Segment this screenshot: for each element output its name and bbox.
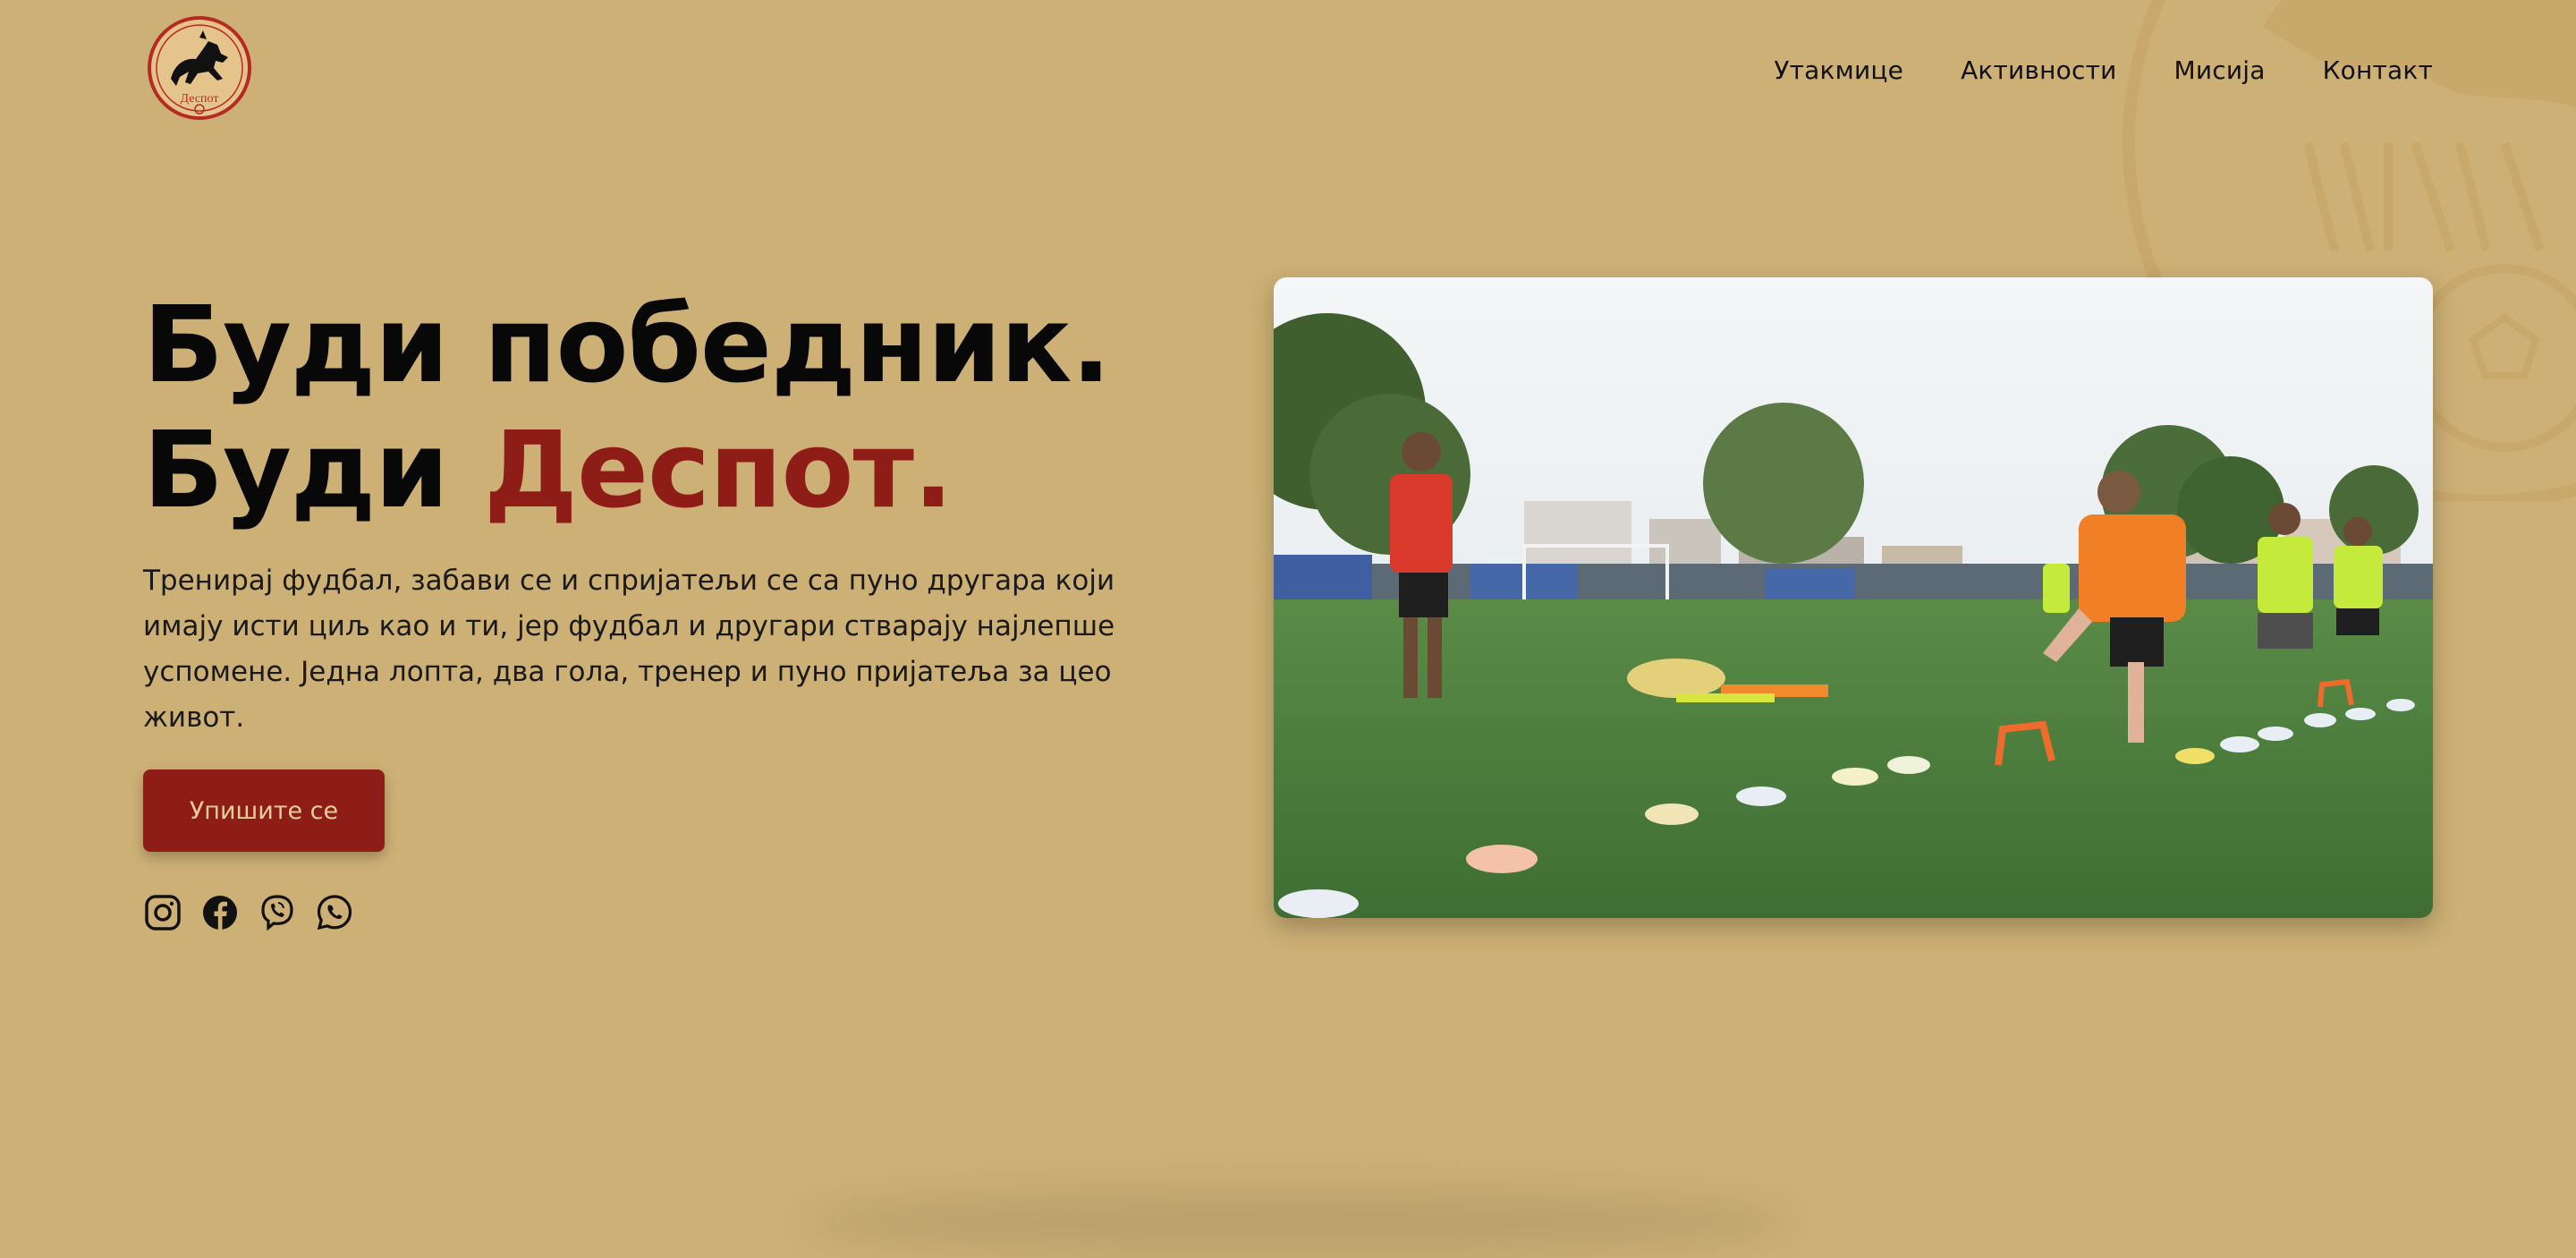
whatsapp-icon[interactable] bbox=[315, 893, 354, 932]
headline-accent: Деспот. bbox=[483, 408, 953, 531]
social-links bbox=[143, 893, 354, 932]
nav-item-mission[interactable]: Мисија bbox=[2174, 55, 2265, 85]
nav-item-activities[interactable]: Активности bbox=[1961, 55, 2116, 85]
instagram-icon[interactable] bbox=[143, 893, 182, 932]
logo-text: Деспот bbox=[181, 92, 219, 106]
club-crest-logo[interactable]: Деспот bbox=[146, 14, 253, 122]
hero-description: Тренирај фудбал, забави се и спријатељи … bbox=[143, 565, 1115, 734]
football-training-photo bbox=[1274, 277, 2433, 918]
enroll-button[interactable]: Упишите се bbox=[143, 769, 385, 852]
footer-shadow bbox=[805, 1186, 1789, 1258]
facebook-icon[interactable] bbox=[200, 893, 240, 932]
headline-line-2-prefix: Буди bbox=[143, 408, 484, 531]
main-nav: Утакмице Активности Мисија Контакт bbox=[1774, 55, 2433, 85]
viber-icon[interactable] bbox=[258, 893, 297, 932]
headline-line-1: Буди победник. bbox=[143, 283, 1111, 406]
nav-item-contact[interactable]: Контакт bbox=[2323, 55, 2433, 85]
hero-headline: Буди победник. Буди Деспот. bbox=[143, 282, 1261, 532]
nav-item-matches[interactable]: Утакмице bbox=[1774, 55, 1903, 85]
